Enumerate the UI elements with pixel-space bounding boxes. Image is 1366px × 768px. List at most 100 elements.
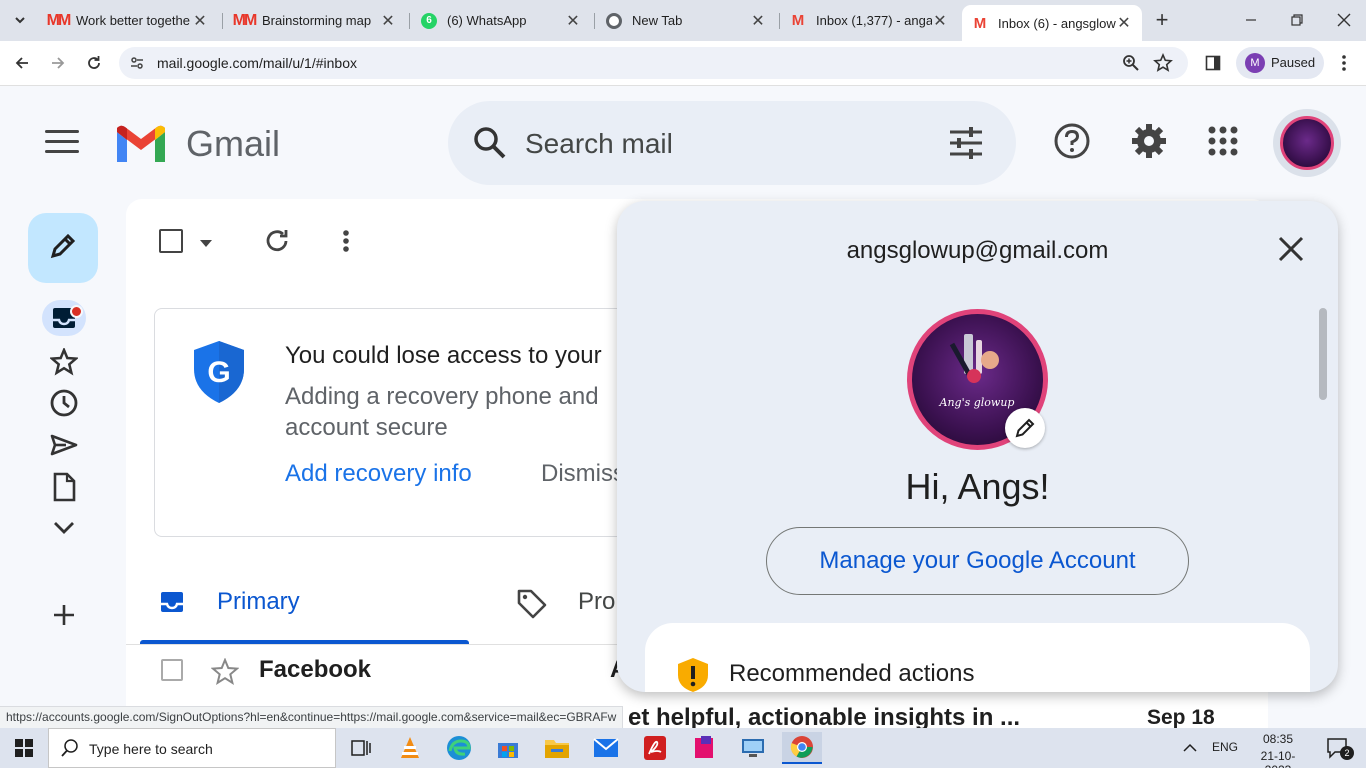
mail-icon[interactable]: [586, 732, 626, 764]
back-arrow-icon[interactable]: [8, 49, 36, 77]
dismiss-link[interactable]: Dismiss: [541, 460, 625, 488]
add-recovery-info-link[interactable]: Add recovery info: [285, 460, 472, 488]
select-dropdown-icon[interactable]: [199, 236, 213, 254]
avatar: M: [1245, 53, 1265, 73]
avatar-caption: Ang's glowup: [939, 396, 1015, 409]
tab-promotions[interactable]: Pro: [578, 588, 615, 616]
recommended-actions-card[interactable]: Recommended actions: [645, 623, 1310, 692]
gmail-wordmark: Gmail: [186, 123, 281, 164]
forward-arrow-icon[interactable]: [44, 49, 72, 77]
banner-body: Adding a recovery phone and account secu…: [285, 383, 599, 441]
snoozed-clock-icon[interactable]: [42, 385, 86, 421]
apps-grid-icon[interactable]: [1203, 121, 1243, 161]
new-tab-plus-icon[interactable]: +: [1148, 6, 1176, 34]
warning-shield-icon: [677, 657, 709, 692]
profile-chip[interactable]: M Paused: [1236, 47, 1324, 79]
unread-dot: [70, 305, 83, 318]
side-panel-icon[interactable]: [1199, 49, 1227, 77]
tab-primary[interactable]: Primary: [217, 588, 300, 616]
account-avatar-button[interactable]: [1273, 109, 1341, 177]
row-checkbox[interactable]: [161, 659, 183, 681]
close-icon[interactable]: ✕: [932, 11, 948, 31]
search-input[interactable]: Search mail: [525, 128, 673, 160]
microsoft-store-icon[interactable]: [488, 732, 528, 764]
browser-menu-icon[interactable]: [1330, 49, 1358, 77]
main-menu-icon[interactable]: [45, 130, 79, 154]
close-icon[interactable]: ✕: [1116, 13, 1132, 33]
tab-whatsapp[interactable]: 6 (6) WhatsApp ✕: [411, 6, 591, 35]
tray-chevron-up-icon[interactable]: [1175, 732, 1205, 764]
windows-taskbar: Type here to search ENG 08:35 21-10-2023…: [0, 728, 1366, 768]
zoom-icon[interactable]: [1122, 54, 1140, 77]
settings-gear-icon[interactable]: [1129, 121, 1169, 161]
notifications-icon[interactable]: 2: [1318, 732, 1358, 764]
chrome-icon: [606, 12, 622, 29]
reload-icon[interactable]: [80, 49, 108, 77]
chrome-icon[interactable]: [782, 732, 822, 764]
search-icon: [61, 739, 79, 762]
minimize-icon[interactable]: [1237, 6, 1265, 34]
search-bar[interactable]: Search mail: [448, 101, 1016, 185]
edit-avatar-pencil-icon[interactable]: [1005, 408, 1045, 448]
close-icon[interactable]: ✕: [565, 11, 581, 31]
remote-desktop-icon[interactable]: [733, 732, 773, 764]
more-chevron-down-icon[interactable]: [42, 510, 86, 546]
task-view-icon[interactable]: [341, 732, 381, 764]
row-star-icon[interactable]: [210, 657, 240, 691]
edge-icon[interactable]: [439, 732, 479, 764]
input-language[interactable]: ENG: [1212, 740, 1238, 754]
colorful-app-icon[interactable]: [684, 732, 724, 764]
close-icon[interactable]: [1273, 231, 1309, 267]
account-email: angsglowup@gmail.com: [846, 237, 1109, 264]
whatsapp-icon: 6: [421, 12, 437, 29]
address-bar[interactable]: mail.google.com/mail/u/1/#inbox: [119, 47, 1188, 79]
tab-title: Work better togethe: [76, 13, 190, 28]
email-date: Sep 18: [1147, 706, 1215, 729]
acrobat-icon[interactable]: [635, 732, 675, 764]
taskbar-search-box[interactable]: Type here to search: [48, 728, 336, 768]
email-sender[interactable]: Facebook: [259, 656, 371, 684]
file-explorer-icon[interactable]: [537, 732, 577, 764]
restore-icon[interactable]: [1283, 6, 1311, 34]
close-icon[interactable]: ✕: [380, 11, 396, 31]
select-all-checkbox[interactable]: [159, 229, 183, 253]
tab-title: Inbox (6) - angsglow: [998, 15, 1116, 31]
popup-scrollbar[interactable]: [1319, 308, 1327, 400]
tab-new-tab[interactable]: New Tab ✕: [596, 6, 776, 35]
tab-title: Brainstorming map: [262, 13, 372, 28]
add-label-plus-icon[interactable]: [42, 597, 86, 633]
search-options-icon[interactable]: [948, 126, 984, 165]
close-icon[interactable]: ✕: [192, 11, 208, 31]
manage-account-button[interactable]: Manage your Google Account: [766, 527, 1189, 595]
miro-icon: ΜΜ: [232, 11, 258, 29]
starred-icon[interactable]: [42, 344, 86, 380]
tab-gmail-active[interactable]: M Inbox (6) - angsglow ✕: [962, 5, 1142, 41]
clock-time[interactable]: 08:35: [1248, 732, 1308, 746]
compose-button[interactable]: [28, 213, 98, 283]
greeting: Hi, Angs!: [905, 466, 1050, 507]
clock-date[interactable]: 21-10-2023: [1248, 749, 1308, 768]
refresh-icon[interactable]: [263, 227, 291, 260]
sent-icon[interactable]: [42, 427, 86, 463]
promotions-tag-icon: [516, 588, 548, 625]
taskbar-search-input[interactable]: Type here to search: [89, 741, 213, 757]
tab-miro-2[interactable]: ΜΜ Brainstorming map ✕: [226, 6, 406, 35]
site-info-icon[interactable]: [129, 55, 145, 76]
drafts-icon[interactable]: [42, 469, 86, 505]
profile-status: Paused: [1271, 55, 1316, 70]
search-icon[interactable]: [473, 126, 507, 165]
vlc-icon[interactable]: [390, 732, 430, 764]
window-close-icon[interactable]: [1330, 6, 1358, 34]
gmail-header: Gmail Search mail: [0, 87, 1366, 199]
notification-count: 2: [1340, 746, 1354, 760]
windows-start-icon[interactable]: [0, 728, 48, 768]
help-icon[interactable]: [1052, 121, 1092, 161]
gmail-logo-icon[interactable]: [113, 124, 169, 164]
tab-gmail-1[interactable]: M Inbox (1,377) - angal ✕: [780, 6, 958, 35]
tab-miro-1[interactable]: ΜΜ Work better togethe ✕: [40, 6, 218, 35]
bookmark-star-icon[interactable]: [1153, 52, 1173, 78]
tab-search-chevron-icon[interactable]: [6, 6, 34, 34]
more-options-icon[interactable]: [342, 229, 350, 258]
gmail-icon: M: [791, 12, 805, 29]
close-icon[interactable]: ✕: [750, 11, 766, 31]
